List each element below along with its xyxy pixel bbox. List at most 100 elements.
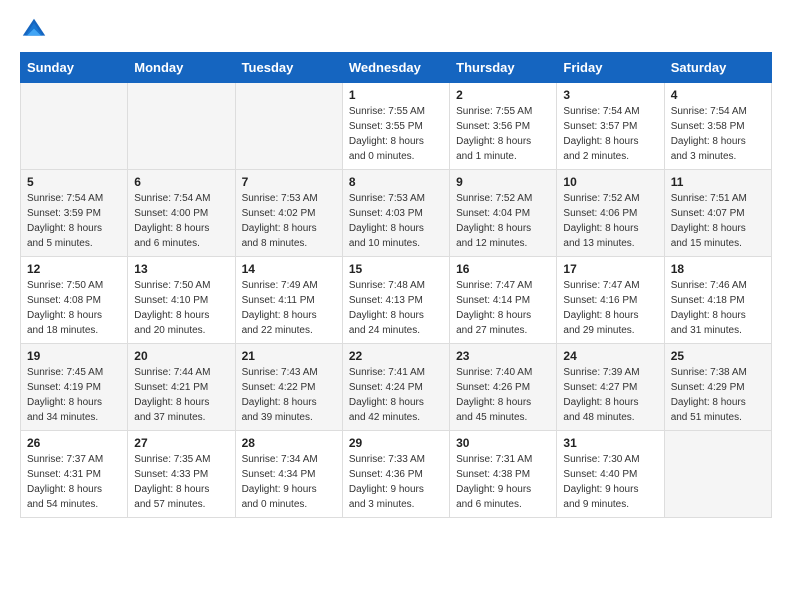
day-number: 14 bbox=[242, 262, 336, 276]
calendar-cell: 31 Sunrise: 7:30 AM Sunset: 4:40 PM Dayli… bbox=[557, 431, 664, 518]
weekday-header: Wednesday bbox=[342, 53, 449, 83]
calendar-cell: 27Sunrise: 7:35 AM Sunset: 4:33 PM Dayli… bbox=[128, 431, 235, 518]
day-number: 1 bbox=[349, 88, 443, 102]
day-number: 10 bbox=[563, 175, 657, 189]
calendar-cell: 2Sunrise: 7:55 AM Sunset: 3:56 PM Daylig… bbox=[450, 83, 557, 170]
calendar-cell: 9 Sunrise: 7:52 AM Sunset: 4:04 PM Daylig… bbox=[450, 170, 557, 257]
calendar-week-row: 26 Sunrise: 7:37 AM Sunset: 4:31 PM Dayli… bbox=[21, 431, 772, 518]
day-number: 4 bbox=[671, 88, 765, 102]
calendar-cell bbox=[235, 83, 342, 170]
calendar-cell: 6 Sunrise: 7:54 AM Sunset: 4:00 PM Daylig… bbox=[128, 170, 235, 257]
day-info: Sunrise: 7:48 AM Sunset: 4:13 PM Dayligh… bbox=[349, 278, 443, 338]
day-info: Sunrise: 7:43 AM Sunset: 4:22 PM Dayligh… bbox=[242, 365, 336, 425]
day-number: 9 bbox=[456, 175, 550, 189]
day-number: 11 bbox=[671, 175, 765, 189]
calendar-cell: 29 Sunrise: 7:33 AM Sunset: 4:36 PM Dayli… bbox=[342, 431, 449, 518]
day-info: Sunrise: 7:53 AM Sunset: 4:03 PM Dayligh… bbox=[349, 191, 443, 251]
calendar-cell: 11 Sunrise: 7:51 AM Sunset: 4:07 PM Dayli… bbox=[664, 170, 771, 257]
day-info: Sunrise: 7:47 AM Sunset: 4:16 PM Dayligh… bbox=[563, 278, 657, 338]
calendar-cell: 8 Sunrise: 7:53 AM Sunset: 4:03 PM Daylig… bbox=[342, 170, 449, 257]
calendar-cell: 19 Sunrise: 7:45 AM Sunset: 4:19 PM Dayli… bbox=[21, 344, 128, 431]
day-info: Sunrise: 7:37 AM Sunset: 4:31 PM Dayligh… bbox=[27, 452, 121, 512]
page-container: SundayMondayTuesdayWednesdayThursdayFrid… bbox=[0, 0, 792, 534]
day-number: 12 bbox=[27, 262, 121, 276]
weekday-header: Thursday bbox=[450, 53, 557, 83]
page-header bbox=[20, 16, 772, 44]
day-info: Sunrise: 7:54 AM Sunset: 4:00 PM Dayligh… bbox=[134, 191, 228, 251]
day-info: Sunrise: 7:44 AM Sunset: 4:21 PM Dayligh… bbox=[134, 365, 228, 425]
day-number: 5 bbox=[27, 175, 121, 189]
calendar-cell: 4 Sunrise: 7:54 AM Sunset: 3:58 PM Daylig… bbox=[664, 83, 771, 170]
calendar-week-row: 19 Sunrise: 7:45 AM Sunset: 4:19 PM Dayli… bbox=[21, 344, 772, 431]
day-info: Sunrise: 7:45 AM Sunset: 4:19 PM Dayligh… bbox=[27, 365, 121, 425]
weekday-header: Sunday bbox=[21, 53, 128, 83]
day-number: 17 bbox=[563, 262, 657, 276]
weekday-header: Monday bbox=[128, 53, 235, 83]
day-info: Sunrise: 7:54 AM Sunset: 3:58 PM Dayligh… bbox=[671, 104, 765, 164]
calendar-cell: 13Sunrise: 7:50 AM Sunset: 4:10 PM Dayli… bbox=[128, 257, 235, 344]
day-info: Sunrise: 7:50 AM Sunset: 4:10 PM Dayligh… bbox=[134, 278, 228, 338]
day-info: Sunrise: 7:35 AM Sunset: 4:33 PM Dayligh… bbox=[134, 452, 228, 512]
calendar-week-row: 5 Sunrise: 7:54 AM Sunset: 3:59 PM Daylig… bbox=[21, 170, 772, 257]
day-number: 6 bbox=[134, 175, 228, 189]
weekday-header: Saturday bbox=[664, 53, 771, 83]
day-info: Sunrise: 7:38 AM Sunset: 4:29 PM Dayligh… bbox=[671, 365, 765, 425]
day-number: 24 bbox=[563, 349, 657, 363]
day-info: Sunrise: 7:49 AM Sunset: 4:11 PM Dayligh… bbox=[242, 278, 336, 338]
calendar-cell: 26 Sunrise: 7:37 AM Sunset: 4:31 PM Dayli… bbox=[21, 431, 128, 518]
calendar-cell: 16Sunrise: 7:47 AM Sunset: 4:14 PM Dayli… bbox=[450, 257, 557, 344]
calendar-cell: 22 Sunrise: 7:41 AM Sunset: 4:24 PM Dayli… bbox=[342, 344, 449, 431]
calendar-cell: 23 Sunrise: 7:40 AM Sunset: 4:26 PM Dayli… bbox=[450, 344, 557, 431]
day-number: 18 bbox=[671, 262, 765, 276]
calendar-cell: 18Sunrise: 7:46 AM Sunset: 4:18 PM Dayli… bbox=[664, 257, 771, 344]
day-number: 23 bbox=[456, 349, 550, 363]
calendar-cell: 24 Sunrise: 7:39 AM Sunset: 4:27 PM Dayli… bbox=[557, 344, 664, 431]
day-info: Sunrise: 7:50 AM Sunset: 4:08 PM Dayligh… bbox=[27, 278, 121, 338]
day-info: Sunrise: 7:33 AM Sunset: 4:36 PM Dayligh… bbox=[349, 452, 443, 512]
calendar-header-row: SundayMondayTuesdayWednesdayThursdayFrid… bbox=[21, 53, 772, 83]
day-info: Sunrise: 7:40 AM Sunset: 4:26 PM Dayligh… bbox=[456, 365, 550, 425]
day-info: Sunrise: 7:54 AM Sunset: 3:57 PM Dayligh… bbox=[563, 104, 657, 164]
weekday-header: Friday bbox=[557, 53, 664, 83]
day-info: Sunrise: 7:30 AM Sunset: 4:40 PM Dayligh… bbox=[563, 452, 657, 512]
calendar-cell: 21Sunrise: 7:43 AM Sunset: 4:22 PM Dayli… bbox=[235, 344, 342, 431]
day-number: 7 bbox=[242, 175, 336, 189]
day-number: 3 bbox=[563, 88, 657, 102]
day-info: Sunrise: 7:34 AM Sunset: 4:34 PM Dayligh… bbox=[242, 452, 336, 512]
calendar-cell bbox=[664, 431, 771, 518]
day-number: 20 bbox=[134, 349, 228, 363]
calendar-cell: 17 Sunrise: 7:47 AM Sunset: 4:16 PM Dayli… bbox=[557, 257, 664, 344]
calendar-cell: 5 Sunrise: 7:54 AM Sunset: 3:59 PM Daylig… bbox=[21, 170, 128, 257]
day-number: 22 bbox=[349, 349, 443, 363]
calendar-cell: 3 Sunrise: 7:54 AM Sunset: 3:57 PM Daylig… bbox=[557, 83, 664, 170]
calendar-cell: 30Sunrise: 7:31 AM Sunset: 4:38 PM Dayli… bbox=[450, 431, 557, 518]
day-info: Sunrise: 7:53 AM Sunset: 4:02 PM Dayligh… bbox=[242, 191, 336, 251]
calendar-cell: 12 Sunrise: 7:50 AM Sunset: 4:08 PM Dayli… bbox=[21, 257, 128, 344]
day-info: Sunrise: 7:39 AM Sunset: 4:27 PM Dayligh… bbox=[563, 365, 657, 425]
calendar-cell bbox=[21, 83, 128, 170]
calendar-cell: 20 Sunrise: 7:44 AM Sunset: 4:21 PM Dayli… bbox=[128, 344, 235, 431]
day-info: Sunrise: 7:51 AM Sunset: 4:07 PM Dayligh… bbox=[671, 191, 765, 251]
day-info: Sunrise: 7:41 AM Sunset: 4:24 PM Dayligh… bbox=[349, 365, 443, 425]
day-number: 31 bbox=[563, 436, 657, 450]
day-number: 29 bbox=[349, 436, 443, 450]
day-info: Sunrise: 7:47 AM Sunset: 4:14 PM Dayligh… bbox=[456, 278, 550, 338]
calendar-cell: 25 Sunrise: 7:38 AM Sunset: 4:29 PM Dayli… bbox=[664, 344, 771, 431]
day-number: 26 bbox=[27, 436, 121, 450]
day-info: Sunrise: 7:31 AM Sunset: 4:38 PM Dayligh… bbox=[456, 452, 550, 512]
calendar-table: SundayMondayTuesdayWednesdayThursdayFrid… bbox=[20, 52, 772, 518]
day-number: 2 bbox=[456, 88, 550, 102]
day-number: 28 bbox=[242, 436, 336, 450]
day-info: Sunrise: 7:52 AM Sunset: 4:04 PM Dayligh… bbox=[456, 191, 550, 251]
day-info: Sunrise: 7:54 AM Sunset: 3:59 PM Dayligh… bbox=[27, 191, 121, 251]
day-number: 25 bbox=[671, 349, 765, 363]
calendar-cell: 1 Sunrise: 7:55 AM Sunset: 3:55 PM Daylig… bbox=[342, 83, 449, 170]
calendar-cell: 28 Sunrise: 7:34 AM Sunset: 4:34 PM Dayli… bbox=[235, 431, 342, 518]
day-info: Sunrise: 7:55 AM Sunset: 3:55 PM Dayligh… bbox=[349, 104, 443, 164]
calendar-cell: 14 Sunrise: 7:49 AM Sunset: 4:11 PM Dayli… bbox=[235, 257, 342, 344]
calendar-cell: 10Sunrise: 7:52 AM Sunset: 4:06 PM Dayli… bbox=[557, 170, 664, 257]
day-number: 19 bbox=[27, 349, 121, 363]
day-number: 8 bbox=[349, 175, 443, 189]
calendar-week-row: 1 Sunrise: 7:55 AM Sunset: 3:55 PM Daylig… bbox=[21, 83, 772, 170]
logo-icon bbox=[20, 16, 48, 44]
